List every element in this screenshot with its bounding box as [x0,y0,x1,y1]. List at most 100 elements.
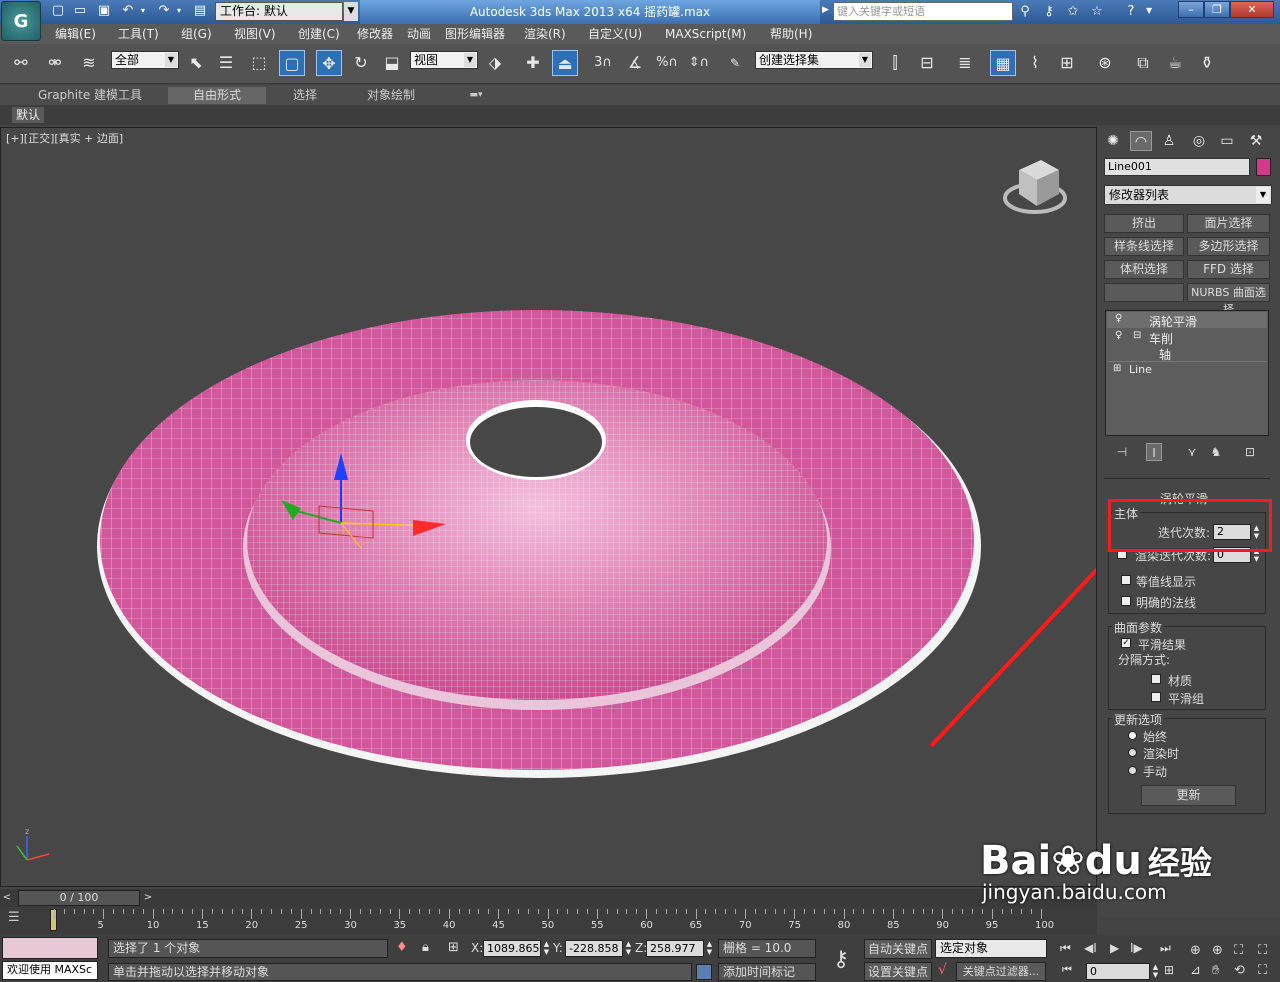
lightbulb-icon[interactable]: ♀ [1115,313,1122,324]
current-frame-field[interactable]: 0 [1086,963,1150,980]
render-production-icon[interactable]: ⚱ [1194,50,1220,76]
zoom-all-icon[interactable]: ⊕ [1212,943,1223,958]
y-coordinate-field[interactable]: -228.858 [565,940,623,957]
open-file-icon[interactable]: ▭ [72,3,88,19]
stack-item-turbosmooth[interactable]: ♀ 涡轮平滑 [1107,312,1267,329]
go-to-end-icon[interactable]: ⏭ [1160,941,1171,956]
curve-editor-icon[interactable]: ⌇ [1022,50,1048,76]
collapse-icon[interactable]: ⊟ [1133,330,1141,341]
materials-checkbox[interactable] [1151,674,1161,684]
spinner-arrows-icon[interactable]: ▲ ▼ [624,940,633,956]
window-crossing-icon[interactable]: ▢ [279,50,305,76]
smooth-result-checkbox[interactable]: ✓ [1121,638,1131,648]
snap-3d-icon[interactable]: 3∩ [590,50,616,76]
select-manipulate-icon[interactable]: ✚ [520,50,546,76]
play-icon[interactable]: ▶ [1110,941,1119,955]
redo-dropdown-icon[interactable]: ▾ [174,3,184,19]
object-name-field[interactable]: Line001 [1104,158,1250,176]
menu-maxscript[interactable]: MAXScript(M) [665,24,746,44]
bind-space-warp-icon[interactable]: ≋ [76,50,102,76]
isolate-selection-icon[interactable]: ♦ [396,940,408,955]
minimize-button[interactable]: – [1178,1,1204,18]
save-icon[interactable]: ▣ [96,3,112,19]
menu-customize[interactable]: 自定义(U) [588,24,642,44]
volume-select-button[interactable]: 体积选择 [1104,260,1184,279]
hierarchy-tab-icon[interactable]: ♙ [1158,131,1180,151]
maximize-viewport-icon[interactable]: ⛶ [1258,963,1267,978]
graphite-toggle-icon[interactable]: ▦ [990,50,1016,76]
undo-icon[interactable]: ↶ [120,3,136,19]
select-move-icon[interactable]: ✥ [316,50,342,76]
help-icon[interactable]: ? [1122,3,1140,21]
make-unique-icon[interactable]: ⋎ [1184,443,1200,461]
undo-dropdown-icon[interactable]: ▾ [138,3,148,19]
select-object-icon[interactable]: ⬉ [183,50,209,76]
key-mode-icon[interactable]: √ [938,962,947,978]
key-filters-button[interactable]: 关键点过滤器... [956,962,1046,981]
tab-selection[interactable]: 选择 [270,87,340,104]
tab-object-paint[interactable]: 对象绘制 [345,87,437,104]
stack-item-line[interactable]: ⊞ Line [1107,361,1267,377]
material-editor-icon[interactable]: ⊛ [1092,50,1118,76]
spinner-snap-icon[interactable]: ⇕∩ [686,50,712,76]
spline-select-button[interactable]: 样条线选择 [1104,237,1184,256]
menu-create[interactable]: 创建(C) [298,24,340,44]
when-rendering-radio[interactable] [1128,748,1137,757]
add-time-tag-button[interactable]: 添加时间标记 [718,963,816,981]
layer-manager-icon[interactable]: ≣ [952,50,978,76]
menu-tools[interactable]: 工具(T) [118,24,159,44]
chevron-down-icon[interactable]: ▼ [1146,6,1152,15]
smoothing-groups-checkbox[interactable] [1151,692,1161,702]
rect-selection-icon[interactable]: ⬚ [246,50,272,76]
poly-select-button[interactable]: 多边形选择 [1187,237,1270,256]
star-icon[interactable]: ☆ [1088,3,1106,21]
time-config-icon[interactable]: ⊞ [1164,963,1174,977]
set-key-icon[interactable]: ⚷ [824,942,858,978]
stack-item-axis[interactable]: 轴 [1107,345,1267,362]
selected-object-dropdown[interactable]: 选定对象 [935,939,1047,958]
edit-named-selection-icon[interactable]: ✎ [722,50,748,76]
ribbon-default-label[interactable]: 默认 [12,107,44,123]
view-cube[interactable] [1003,160,1067,214]
empty-modifier-button[interactable] [1104,283,1184,302]
show-end-result-icon[interactable]: Ⅰ [1146,443,1162,461]
modify-tab-icon[interactable]: ◠ [1130,131,1152,151]
utilities-tab-icon[interactable]: ⚒ [1245,131,1267,151]
update-button[interactable]: 更新 [1141,785,1236,806]
viewport-canvas[interactable]: z [1,128,1096,886]
mini-curve-editor-icon[interactable]: ☰ [8,910,38,930]
star-icon[interactable]: ✩ [1064,3,1082,21]
spinner-arrows-icon[interactable]: ▲ ▼ [1151,963,1160,979]
restore-button[interactable]: ❐ [1204,1,1230,18]
new-file-icon[interactable]: ▢ [50,3,66,19]
selection-filter-dropdown[interactable]: 全部 ▼ [111,51,179,69]
tab-graphite-modeling[interactable]: Graphite 建模工具 [10,87,170,104]
object-color-swatch[interactable] [1256,158,1271,176]
create-tab-icon[interactable]: ✺ [1102,131,1124,151]
pivot-center-icon[interactable]: ⬗ [482,50,508,76]
percent-snap-icon[interactable]: %∩ [654,50,680,76]
pin-stack-icon[interactable]: ⊣ [1114,443,1130,461]
go-to-start-icon[interactable]: ⏮ [1060,941,1071,956]
perspective-viewport[interactable]: z [0,127,1097,887]
render-setup-icon[interactable]: ⧉ [1130,50,1156,76]
chevron-down-icon[interactable]: ▼ [344,2,358,21]
nurbs-select-button[interactable]: NURBS 曲面选择 [1187,283,1270,316]
next-key-icon[interactable]: Ⅰ▶ [1130,941,1143,955]
configure-sets-icon[interactable]: ⊡ [1242,443,1258,461]
stack-item-lathe[interactable]: ♀ ⊟ 车削 [1107,329,1267,346]
project-folder-icon[interactable]: ▤ [192,3,208,19]
keyboard-shortcut-override-icon[interactable]: ⏏ [552,50,578,76]
absolute-mode-icon[interactable]: ⊞ [448,940,459,955]
remove-modifier-icon[interactable]: ♞ [1208,443,1224,461]
mirror-icon[interactable]: ⫿ [882,50,908,76]
zoom-extents-all-icon[interactable]: ⛶ [1258,943,1267,958]
align-icon[interactable]: ⊟ [914,50,940,76]
menu-group[interactable]: 组(G) [181,24,212,44]
zoom-icon[interactable]: ⊕ [1190,943,1201,958]
rendered-frame-icon[interactable]: ☕ [1162,50,1188,76]
tab-freeform[interactable]: 自由形式 [168,87,266,104]
select-scale-icon[interactable]: ⬓ [379,50,405,76]
auto-key-button[interactable]: 自动关键点 [864,939,932,959]
extrude-button[interactable]: 挤出 [1104,214,1184,233]
